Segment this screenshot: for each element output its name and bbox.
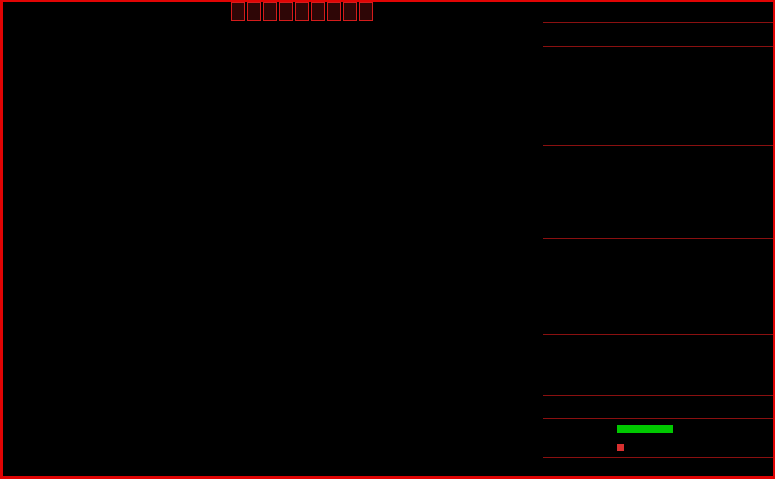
ask-row-3 [543, 86, 775, 106]
fin-row-netasset [543, 355, 775, 375]
toolbar-button-restore[interactable] [231, 2, 245, 21]
weibi-row [543, 23, 775, 46]
toolbar-button-back[interactable] [359, 2, 373, 21]
ask-row-5 [543, 47, 775, 67]
last-tick-row [543, 458, 775, 478]
quote-panel [543, 0, 775, 479]
ask-row-2 [543, 106, 775, 126]
toolbar-button-stats[interactable] [279, 2, 293, 21]
toolbar [231, 2, 373, 21]
ask-row-1 [543, 125, 775, 145]
info-row-pct-low [543, 277, 775, 296]
toolbar-button-f10[interactable] [311, 2, 325, 21]
bid-row-5 [543, 220, 775, 239]
info-row-change-high [543, 258, 775, 277]
block-inflow-bar [617, 444, 677, 451]
fin-row-turnover [543, 335, 775, 355]
window-border-top [0, 0, 775, 2]
trading-status [543, 396, 775, 418]
toolbar-button-drawline[interactable] [295, 2, 309, 21]
info-row-outer-inner [543, 315, 775, 334]
stock-title [543, 0, 775, 22]
toolbar-button-add-watch[interactable] [343, 2, 357, 21]
block-inflow-row [543, 438, 775, 457]
fin-row-eps [543, 375, 775, 395]
net-inflow-bar [617, 424, 677, 433]
stock-app-window [0, 0, 775, 479]
bid-row-4 [543, 201, 775, 220]
net-inflow-row [543, 419, 775, 438]
toolbar-button-mark[interactable] [327, 2, 341, 21]
info-row-volume-ratio [543, 296, 775, 315]
toolbar-button-history[interactable] [263, 2, 277, 21]
bid-row-1 [543, 146, 775, 165]
window-border-left [0, 0, 3, 479]
ask-row-4 [543, 67, 775, 87]
kline-chart[interactable] [0, 0, 543, 479]
bid-row-3 [543, 183, 775, 202]
info-row-price-open [543, 239, 775, 258]
toolbar-button-overlay[interactable] [247, 2, 261, 21]
bid-row-2 [543, 164, 775, 183]
